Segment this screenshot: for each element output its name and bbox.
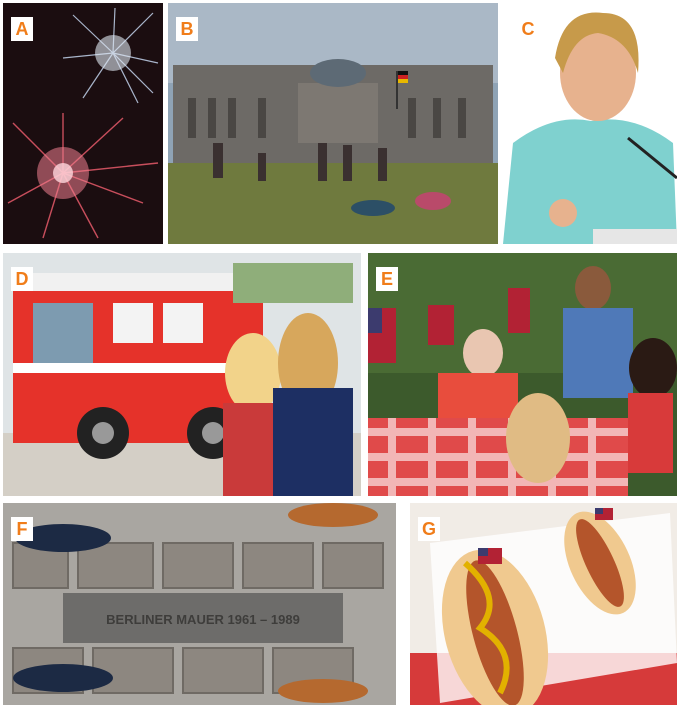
panel-label: E bbox=[376, 267, 398, 291]
panel-label: G bbox=[418, 517, 440, 541]
photo-firetruck-parade: D bbox=[3, 253, 361, 496]
photo-family-picnic: E bbox=[368, 253, 677, 496]
panel-label: F bbox=[11, 517, 33, 541]
panel-label: A bbox=[11, 17, 33, 41]
panel-label: C bbox=[521, 19, 535, 39]
photo-hotdogs: G bbox=[410, 503, 677, 705]
plaque-text: BERLINER MAUER 1961 – 1989 bbox=[106, 612, 300, 627]
panel-label: B bbox=[176, 17, 198, 41]
photo-fireworks: A bbox=[3, 3, 163, 244]
panel-label: D bbox=[11, 267, 33, 291]
photo-parliament-lawn: B bbox=[168, 3, 498, 244]
photo-wall-marker: BERLINER MAUER 1961 – 1989 F bbox=[3, 503, 396, 705]
photo-speaker: C bbox=[503, 3, 677, 244]
